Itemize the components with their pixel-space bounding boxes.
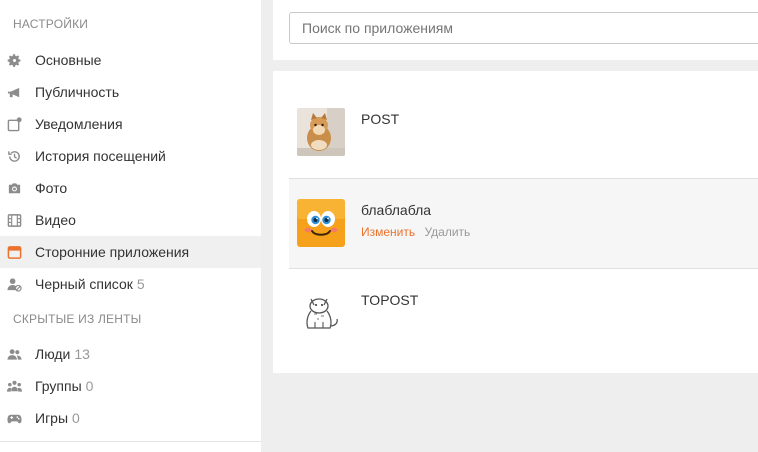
sidebar-item-groups[interactable]: Группы 0 <box>0 370 261 402</box>
sidebar-item-publicity[interactable]: Публичность <box>0 76 261 108</box>
sidebar-item-label: Группы <box>35 378 82 394</box>
app-actions: Изменить Удалить <box>361 225 470 239</box>
delete-app-link[interactable]: Удалить <box>424 225 470 239</box>
sidebar-item-label: Публичность <box>35 84 120 100</box>
apps-list: POST блаблабла Изменить Удалить TOPOST <box>273 71 758 373</box>
settings-sidebar: НАСТРОЙКИ Основные Публичность Уведомлен… <box>0 0 261 452</box>
sidebar-item-video[interactable]: Видео <box>0 204 261 236</box>
sidebar-item-label: Видео <box>35 212 76 228</box>
app-name[interactable]: блаблабла <box>361 202 431 218</box>
apps-icon <box>6 244 22 260</box>
camera-icon <box>6 180 22 196</box>
app-row-blablabla[interactable]: блаблабла Изменить Удалить <box>289 179 758 269</box>
sidebar-item-people[interactable]: Люди 13 <box>0 338 261 370</box>
sidebar-item-label: Люди <box>35 346 71 362</box>
cat-sketch-thumbnail[interactable] <box>297 289 345 337</box>
groups-count: 0 <box>85 378 94 394</box>
sidebar-divider <box>0 441 261 442</box>
history-icon <box>6 148 22 164</box>
sidebar-item-third-party-apps[interactable]: Сторонние приложения <box>0 236 261 268</box>
megaphone-icon <box>6 84 22 100</box>
sidebar-item-label: История посещений <box>35 148 166 164</box>
gamepad-icon <box>6 410 22 426</box>
sidebar-item-label: Сторонние приложения <box>35 244 190 260</box>
sidebar-item-history[interactable]: История посещений <box>0 140 261 172</box>
blocked-user-icon <box>6 276 22 292</box>
sidebar-item-blacklist[interactable]: Черный список 5 <box>0 268 261 300</box>
sidebar-item-games[interactable]: Игры 0 <box>0 402 261 434</box>
sidebar-item-notifications[interactable]: Уведомления <box>0 108 261 140</box>
smiley-thumbnail[interactable] <box>297 199 345 247</box>
edit-app-link[interactable]: Изменить <box>361 225 415 239</box>
games-count: 0 <box>72 410 80 426</box>
notification-icon <box>6 116 22 132</box>
sidebar-item-label: Основные <box>35 52 102 68</box>
app-row-post[interactable]: POST <box>289 88 758 178</box>
app-search-input[interactable] <box>289 12 758 44</box>
blacklist-count: 5 <box>136 276 145 292</box>
sidebar-item-label: Игры <box>35 410 69 426</box>
app-name[interactable]: POST <box>361 111 399 127</box>
sidebar-item-label: Уведомления <box>35 116 123 132</box>
people-icon <box>6 346 22 362</box>
sidebar-item-photo[interactable]: Фото <box>0 172 261 204</box>
sidebar-item-label: Черный список <box>35 276 133 292</box>
film-icon <box>6 212 22 228</box>
gear-icon <box>6 52 22 68</box>
people-count: 13 <box>74 346 90 362</box>
sidebar-item-label: Фото <box>35 180 68 196</box>
settings-section-title: НАСТРОЙКИ <box>13 17 89 31</box>
app-name[interactable]: TOPOST <box>361 292 418 308</box>
hidden-section-title: СКРЫТЫЕ ИЗ ЛЕНТЫ <box>13 312 142 326</box>
groups-icon <box>6 378 22 394</box>
app-row-topost[interactable]: TOPOST <box>289 269 758 359</box>
search-panel <box>273 0 758 60</box>
cat-photo-thumbnail[interactable] <box>297 108 345 156</box>
sidebar-item-basic[interactable]: Основные <box>0 44 261 76</box>
